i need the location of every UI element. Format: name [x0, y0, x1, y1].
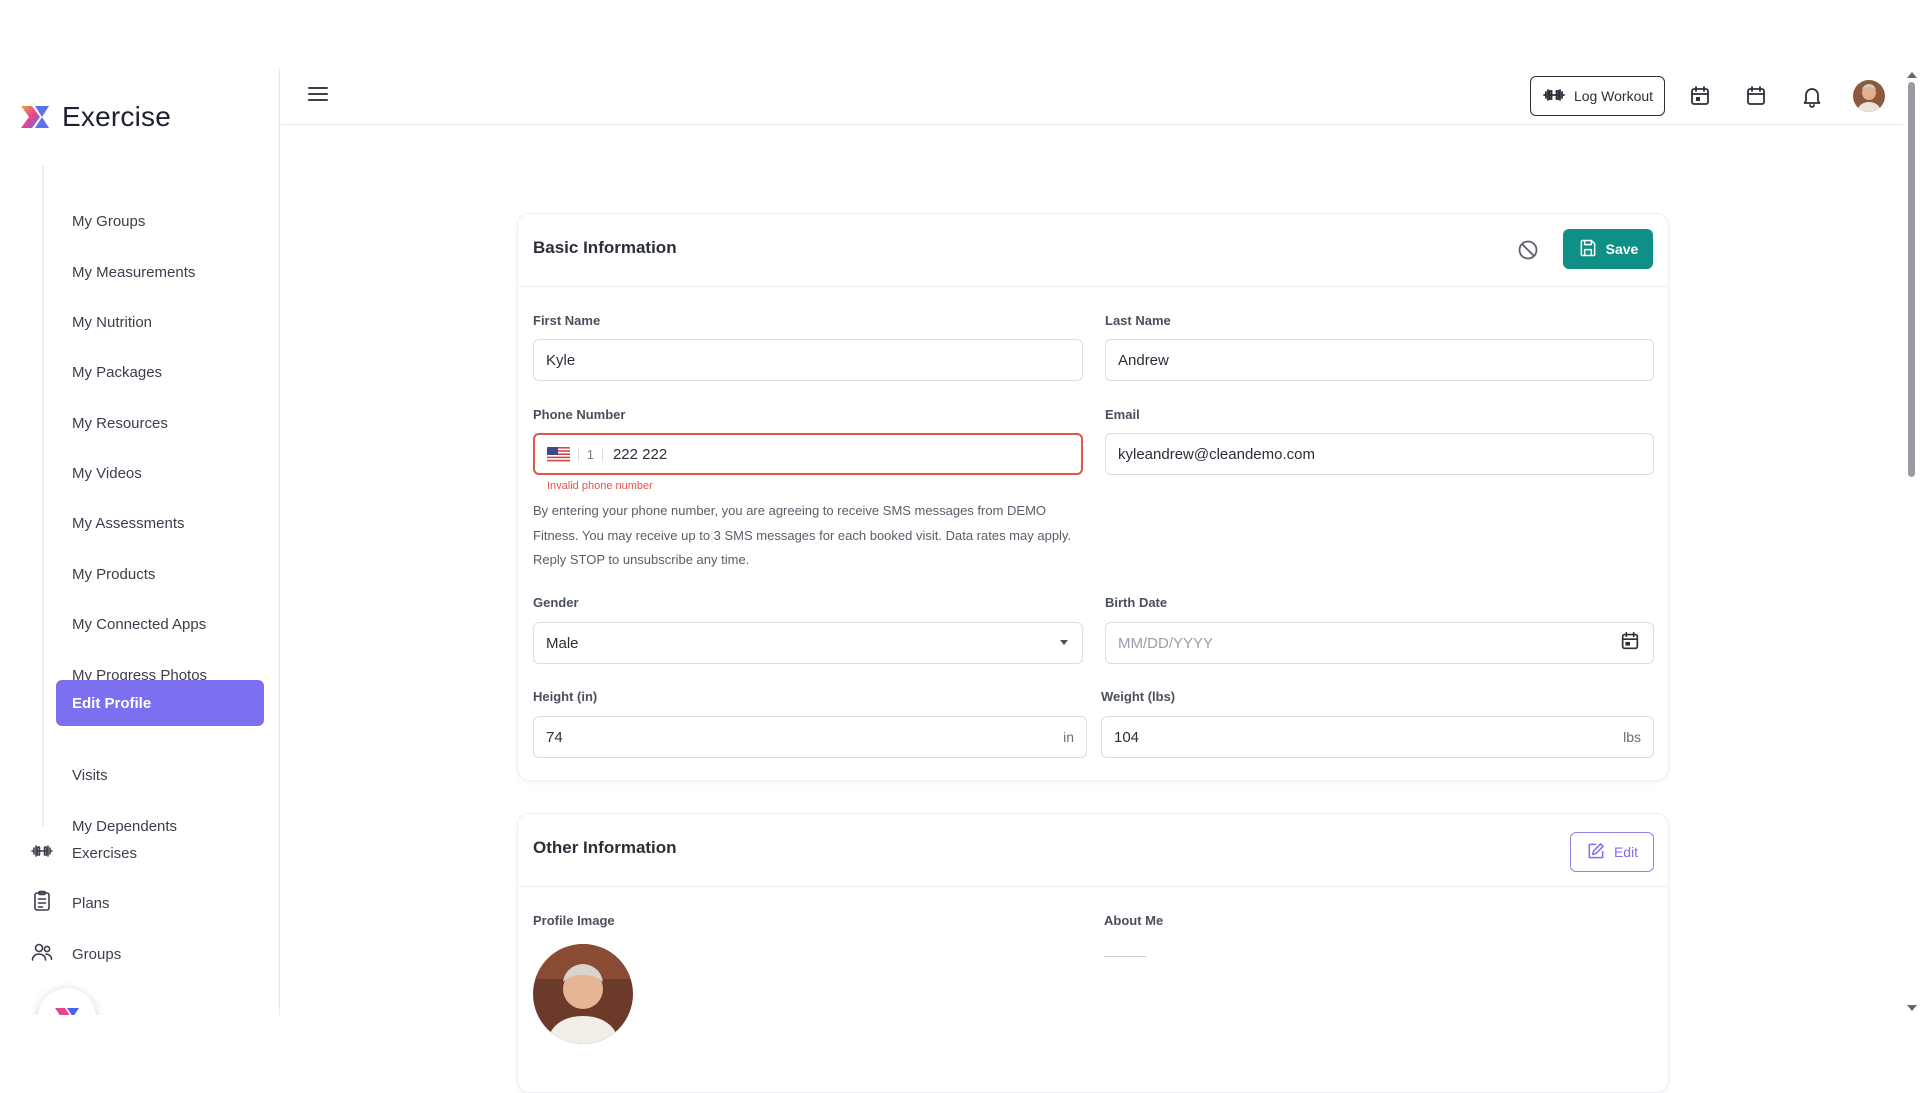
- sidebar-item-visits[interactable]: Visits: [56, 752, 264, 798]
- app-name: Exercise: [62, 101, 171, 132]
- other-information-card: Other Information Edit Profile Image Abo…: [517, 813, 1669, 1093]
- email-field[interactable]: [1105, 433, 1654, 475]
- floppy-disk-icon: [1578, 238, 1598, 261]
- sidebar-item-my-products[interactable]: My Products: [56, 551, 264, 597]
- sidebar-item-my-videos[interactable]: My Videos: [56, 450, 264, 496]
- sidebar-item-my-packages[interactable]: My Packages: [56, 349, 264, 395]
- calendar-blank-icon[interactable]: [1744, 84, 1768, 108]
- calendar-icon[interactable]: [1688, 84, 1712, 108]
- dumbbell-icon: [30, 839, 54, 867]
- app-logo[interactable]: Exercise: [18, 100, 171, 134]
- phone-number-label: Phone Number: [533, 407, 626, 422]
- height-label: Height (in): [533, 689, 598, 704]
- us-flag-icon[interactable]: [547, 446, 570, 462]
- logo-mark-icon: [18, 100, 52, 134]
- birth-date-field[interactable]: [1105, 622, 1654, 664]
- cancel-icon[interactable]: [1516, 238, 1540, 262]
- sidebar-item-label: Exercises: [72, 844, 138, 862]
- weight-label: Weight (lbs): [1101, 689, 1176, 704]
- email-label: Email: [1105, 407, 1140, 422]
- topbar: Log Workout: [281, 68, 1903, 125]
- sidebar-item-label: Groups: [72, 945, 122, 963]
- phone-number-field[interactable]: 1: [533, 433, 1083, 475]
- app-root: Exercise My Groups My Measurements My Nu…: [0, 0, 1920, 1093]
- log-workout-label: Log Workout: [1573, 88, 1654, 104]
- about-me-label: About Me: [1104, 913, 1164, 928]
- submenu-rail: [42, 166, 44, 826]
- sms-consent-note: By entering your phone number, you are a…: [533, 503, 1072, 567]
- save-button[interactable]: Save: [1563, 229, 1653, 269]
- sidebar: Exercise My Groups My Measurements My Nu…: [0, 68, 280, 1015]
- scrollbar-thumb[interactable]: [1908, 82, 1915, 477]
- birth-date-label: Birth Date: [1105, 595, 1168, 610]
- scroll-down-arrow-icon[interactable]: [1907, 1005, 1917, 1011]
- weight-input[interactable]: [1114, 728, 1616, 746]
- birth-date-input[interactable]: [1118, 634, 1619, 652]
- card-header: Basic Information Save: [518, 214, 1668, 287]
- gender-selected-value: Male: [546, 634, 579, 652]
- edit-pencil-icon: [1586, 841, 1606, 864]
- sidebar-item-my-resources[interactable]: My Resources: [56, 400, 264, 446]
- card-title: Basic Information: [533, 238, 677, 257]
- dumbbell-icon: [1542, 83, 1566, 110]
- calendar-picker-icon[interactable]: [1619, 630, 1641, 656]
- last-name-field[interactable]: [1105, 339, 1654, 381]
- phone-number-input[interactable]: [612, 445, 1069, 463]
- sidebar-item-plans[interactable]: Plans: [30, 888, 110, 918]
- sidebar-item-my-assessments[interactable]: My Assessments: [56, 500, 264, 546]
- first-name-input[interactable]: [546, 351, 1070, 369]
- gender-select[interactable]: Male: [533, 622, 1083, 664]
- country-dial-code[interactable]: 1: [577, 446, 603, 462]
- sidebar-item-my-groups[interactable]: My Groups: [56, 198, 264, 244]
- scroll-up-arrow-icon[interactable]: [1907, 72, 1917, 78]
- email-input[interactable]: [1118, 445, 1641, 463]
- profile-image-label: Profile Image: [533, 913, 615, 928]
- caret-down-icon: [1058, 635, 1070, 652]
- edit-label: Edit: [1613, 844, 1639, 860]
- users-icon: [30, 940, 54, 968]
- height-input[interactable]: [546, 728, 1056, 746]
- gender-label: Gender: [533, 595, 579, 610]
- basic-information-card: Basic Information Save First Name Last N…: [517, 213, 1669, 781]
- page-scrollbar[interactable]: [1903, 68, 1920, 1015]
- first-name-label: First Name: [533, 313, 601, 328]
- hamburger-menu-icon[interactable]: [306, 82, 330, 106]
- last-name-label: Last Name: [1105, 313, 1171, 328]
- profile-image: [533, 944, 633, 1044]
- first-name-field[interactable]: [533, 339, 1083, 381]
- sidebar-item-my-nutrition[interactable]: My Nutrition: [56, 299, 264, 345]
- clipboard-icon: [30, 889, 54, 917]
- bell-icon[interactable]: [1800, 84, 1824, 108]
- sidebar-item-exercises[interactable]: Exercises: [30, 838, 137, 868]
- floating-app-launcher[interactable]: 6: [38, 988, 96, 1015]
- sidebar-item-my-measurements[interactable]: My Measurements: [56, 249, 264, 295]
- save-label: Save: [1605, 241, 1639, 257]
- log-workout-button[interactable]: Log Workout: [1530, 76, 1665, 116]
- sidebar-item-edit-profile[interactable]: Edit Profile: [56, 680, 264, 726]
- card-title: Other Information: [533, 838, 677, 857]
- last-name-input[interactable]: [1118, 351, 1641, 369]
- height-field[interactable]: in: [533, 716, 1087, 758]
- sidebar-item-my-connected-apps[interactable]: My Connected Apps: [56, 601, 264, 647]
- about-me-value: ———: [1104, 947, 1146, 963]
- sidebar-item-groups[interactable]: Groups: [30, 939, 121, 969]
- weight-unit: lbs: [1623, 729, 1641, 745]
- user-avatar[interactable]: [1853, 80, 1885, 112]
- edit-button[interactable]: Edit: [1570, 832, 1654, 872]
- sidebar-item-label: Plans: [72, 894, 110, 912]
- height-unit: in: [1063, 729, 1074, 745]
- launcher-logo-icon: [55, 1008, 79, 1015]
- phone-error-message: Invalid phone number: [547, 480, 653, 492]
- card-header: Other Information Edit: [518, 814, 1668, 887]
- weight-field[interactable]: lbs: [1101, 716, 1654, 758]
